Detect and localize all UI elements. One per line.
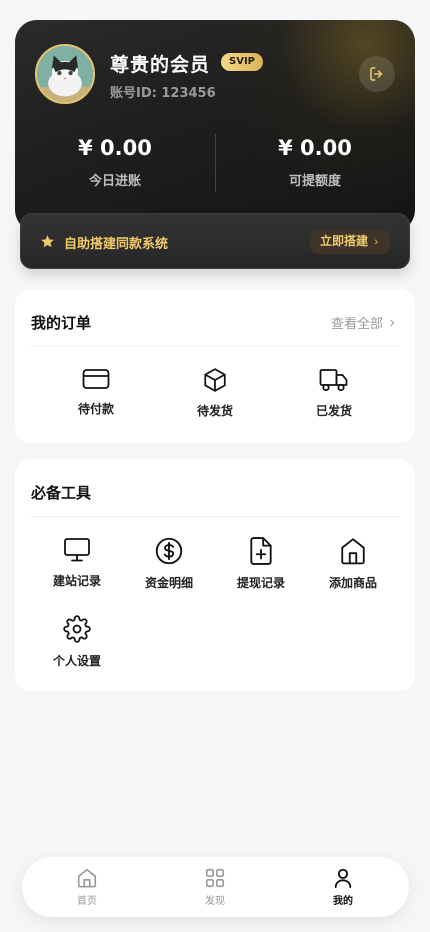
view-all-label: 查看全部 — [330, 317, 383, 332]
tool-label: 添加商品 — [328, 576, 377, 590]
star-icon — [41, 235, 54, 248]
monitor-icon — [64, 538, 90, 562]
logout-icon — [370, 67, 383, 81]
svip-badge: SVIP — [221, 53, 263, 71]
gear-icon — [63, 615, 91, 643]
order-label: 待发货 — [196, 404, 233, 418]
withdrawable-value: ¥ 0.00 — [278, 136, 352, 160]
tool-fund-details[interactable]: 资金明细 — [123, 537, 215, 591]
avatar[interactable] — [35, 44, 95, 104]
orders-title: 我的订单 — [31, 314, 92, 332]
tool-label: 提现记录 — [236, 576, 285, 590]
tool-label: 资金明细 — [144, 576, 193, 590]
nav-label: 首页 — [77, 896, 97, 907]
divider — [31, 346, 399, 347]
today-income-value: ¥ 0.00 — [78, 136, 152, 160]
order-shipped[interactable]: 已发货 — [288, 367, 380, 419]
build-now-label: 立即搭建 — [319, 234, 368, 248]
build-now-button[interactable]: 立即搭建 — [309, 229, 390, 254]
tool-label: 个人设置 — [52, 654, 101, 668]
account-id: 账号ID: 123456 — [110, 86, 216, 101]
file-plus-icon — [250, 537, 272, 565]
nav-label: 我的 — [333, 896, 353, 907]
promo-text: 自助搭建同款系统 — [64, 237, 169, 252]
nav-item-mine[interactable]: 我的 — [313, 867, 373, 907]
package-icon — [204, 368, 226, 392]
promo-bar[interactable]: 自助搭建同款系统 立即搭建 — [20, 213, 410, 269]
home-icon — [341, 538, 365, 565]
tool-withdraw-records[interactable]: 提现记录 — [215, 537, 307, 591]
withdrawable-label: 可提额度 — [288, 174, 341, 189]
user-icon — [334, 868, 352, 889]
member-name: 尊贵的会员 — [110, 54, 211, 76]
logout-button[interactable] — [359, 56, 395, 92]
divider — [31, 516, 399, 517]
view-all-orders-link[interactable]: 查看全部 — [331, 313, 397, 332]
order-pending-payment[interactable]: 待付款 — [50, 367, 142, 417]
tool-label: 建站记录 — [52, 574, 101, 588]
grid-icon — [205, 868, 225, 888]
tool-personal-settings[interactable]: 个人设置 — [31, 615, 123, 669]
home-icon — [77, 868, 97, 888]
nav-item-home[interactable]: 首页 — [57, 867, 117, 907]
credit-card-icon — [82, 369, 110, 389]
order-label: 待付款 — [77, 402, 114, 416]
truck-icon — [319, 369, 348, 392]
nav-label: 发现 — [205, 896, 225, 907]
tool-add-product[interactable]: 添加商品 — [307, 537, 399, 591]
chevron-right-icon — [390, 319, 395, 326]
tool-site-records[interactable]: 建站记录 — [31, 537, 123, 589]
cat-avatar-image — [37, 46, 93, 102]
bottom-nav: 首页 发现 我的 — [22, 857, 409, 917]
tools-panel: 必备工具 建站记录 资金明细 提现记录 添加商品 个人设置 — [15, 459, 415, 691]
chevron-right-icon — [374, 238, 379, 245]
orders-panel: 我的订单 查看全部 待付款 待发货 已发货 — [15, 289, 415, 443]
tools-title: 必备工具 — [31, 484, 92, 502]
withdrawable-stat: ¥ 0.00 可提额度 — [215, 136, 415, 189]
today-income-label: 今日进账 — [88, 174, 141, 189]
order-label: 已发货 — [315, 404, 352, 418]
dollar-circle-icon — [155, 537, 183, 565]
order-pending-shipment[interactable]: 待发货 — [169, 367, 261, 419]
today-income-stat: ¥ 0.00 今日进账 — [15, 136, 215, 189]
member-card: 尊贵的会员 SVIP 账号ID: 123456 ¥ 0.00 今日进账 ¥ 0.… — [15, 20, 415, 232]
nav-item-discover[interactable]: 发现 — [185, 867, 245, 907]
